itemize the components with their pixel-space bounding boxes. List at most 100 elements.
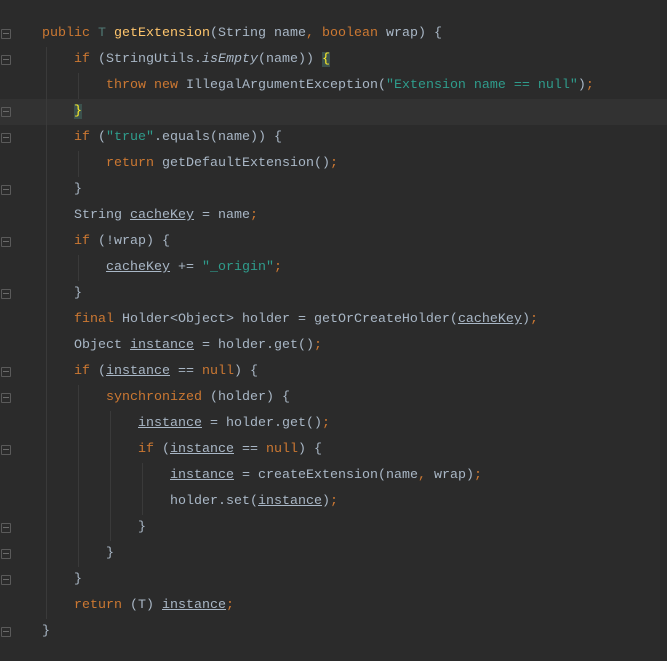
indent-guide — [46, 203, 47, 229]
fold-marker-icon[interactable] — [1, 107, 11, 117]
code-line[interactable]: instance = createExtension(name, wrap); — [0, 463, 667, 489]
code-token: = createExtension(name — [234, 468, 418, 483]
code-token: ; — [329, 156, 338, 171]
code-token: { — [321, 52, 330, 67]
indent-guide — [46, 125, 47, 151]
code-token: = holder.get() — [194, 338, 314, 353]
fold-marker-icon[interactable] — [1, 29, 11, 39]
fold-marker-icon[interactable] — [1, 133, 11, 143]
code-token: isEmpty — [201, 52, 258, 67]
code-token: "true" — [106, 130, 154, 145]
code-token: return — [106, 156, 162, 171]
indent-guide — [78, 385, 79, 411]
code-line[interactable]: synchronized (holder) { — [0, 385, 667, 411]
code-line[interactable]: if (StringUtils.isEmpty(name)) { — [0, 47, 667, 73]
indent-guide — [46, 281, 47, 307]
code-token: ) — [321, 494, 330, 509]
code-line[interactable]: if (instance == null) { — [0, 437, 667, 463]
fold-marker-icon[interactable] — [1, 523, 11, 533]
code-token: (T) — [130, 598, 162, 613]
fold-marker-icon[interactable] — [1, 185, 11, 195]
indent-guide — [110, 515, 111, 541]
code-line[interactable]: cacheKey += "_origin"; — [0, 255, 667, 281]
code-editor[interactable]: public T getExtension(String name, boole… — [0, 21, 667, 645]
code-line[interactable]: if ("true".equals(name)) { — [0, 125, 667, 151]
code-line[interactable]: if (!wrap) { — [0, 229, 667, 255]
code-line[interactable]: return getDefaultExtension(); — [0, 151, 667, 177]
code-token: ; — [329, 494, 338, 509]
code-token: } — [74, 182, 82, 197]
code-line[interactable]: return (T) instance; — [0, 593, 667, 619]
fold-marker-icon[interactable] — [1, 627, 11, 637]
code-line[interactable]: } — [0, 567, 667, 593]
code-token: (String name — [209, 26, 306, 41]
code-token: String — [74, 208, 130, 223]
indent-guide — [46, 307, 47, 333]
code-token: "Extension name == null" — [385, 78, 578, 93]
indent-guide — [46, 47, 47, 73]
indent-guide — [78, 151, 79, 177]
code-token: , — [305, 26, 322, 41]
code-line[interactable]: } — [0, 541, 667, 567]
indent-guide — [46, 385, 47, 411]
code-token: } — [74, 104, 82, 119]
indent-guide — [142, 489, 143, 515]
code-line[interactable]: } — [0, 619, 667, 645]
indent-guide — [78, 463, 79, 489]
code-token: } — [74, 572, 82, 587]
fold-marker-icon[interactable] — [1, 393, 11, 403]
code-token: if — [74, 52, 98, 67]
code-line[interactable]: Object instance = holder.get(); — [0, 333, 667, 359]
fold-marker-icon[interactable] — [1, 445, 11, 455]
code-line[interactable]: final Holder<Object> holder = getOrCreat… — [0, 307, 667, 333]
code-token: == — [234, 442, 266, 457]
fold-marker-icon[interactable] — [1, 549, 11, 559]
indent-guide — [46, 255, 47, 281]
code-line[interactable]: holder.set(instance); — [0, 489, 667, 515]
fold-marker-icon[interactable] — [1, 367, 11, 377]
code-token: ; — [473, 468, 482, 483]
code-token: (!wrap) { — [98, 234, 170, 249]
code-line[interactable]: instance = holder.get(); — [0, 411, 667, 437]
code-token: boolean — [321, 26, 386, 41]
code-line[interactable]: } — [0, 515, 667, 541]
indent-guide — [46, 489, 47, 515]
code-token: instance — [170, 468, 234, 483]
indent-guide — [46, 177, 47, 203]
code-token: ) — [577, 78, 586, 93]
code-token: instance — [106, 364, 170, 379]
indent-guide — [46, 593, 47, 619]
fold-marker-icon[interactable] — [1, 289, 11, 299]
code-line[interactable]: } — [0, 281, 667, 307]
indent-guide — [46, 229, 47, 255]
code-token: } — [138, 520, 146, 535]
code-line[interactable]: } — [0, 177, 667, 203]
code-token: (StringUtils. — [98, 52, 202, 67]
code-token: cacheKey — [457, 312, 522, 327]
code-line[interactable]: public T getExtension(String name, boole… — [0, 21, 667, 47]
code-token: ( — [98, 130, 106, 145]
fold-marker-icon[interactable] — [1, 237, 11, 247]
code-token: if — [138, 442, 162, 457]
code-line[interactable]: throw new IllegalArgumentException("Exte… — [0, 73, 667, 99]
code-line[interactable]: if (instance == null) { — [0, 359, 667, 385]
code-token: T — [98, 26, 114, 41]
indent-guide — [46, 567, 47, 593]
code-token: ; — [321, 416, 330, 431]
code-token: if — [74, 234, 98, 249]
code-token: .equals(name)) { — [154, 130, 282, 145]
code-line[interactable]: String cacheKey = name; — [0, 203, 667, 229]
code-token: if — [74, 130, 98, 145]
indent-guide — [110, 463, 111, 489]
code-token: return — [74, 598, 130, 613]
indent-guide — [110, 437, 111, 463]
code-line[interactable]: } — [0, 99, 667, 125]
code-token: getDefaultExtension() — [162, 156, 330, 171]
indent-guide — [110, 411, 111, 437]
code-token: throw new — [106, 78, 186, 93]
fold-marker-icon[interactable] — [1, 575, 11, 585]
code-token: (holder) { — [209, 390, 290, 405]
code-token: getExtension — [114, 26, 210, 41]
code-token: null — [202, 364, 234, 379]
fold-marker-icon[interactable] — [1, 55, 11, 65]
